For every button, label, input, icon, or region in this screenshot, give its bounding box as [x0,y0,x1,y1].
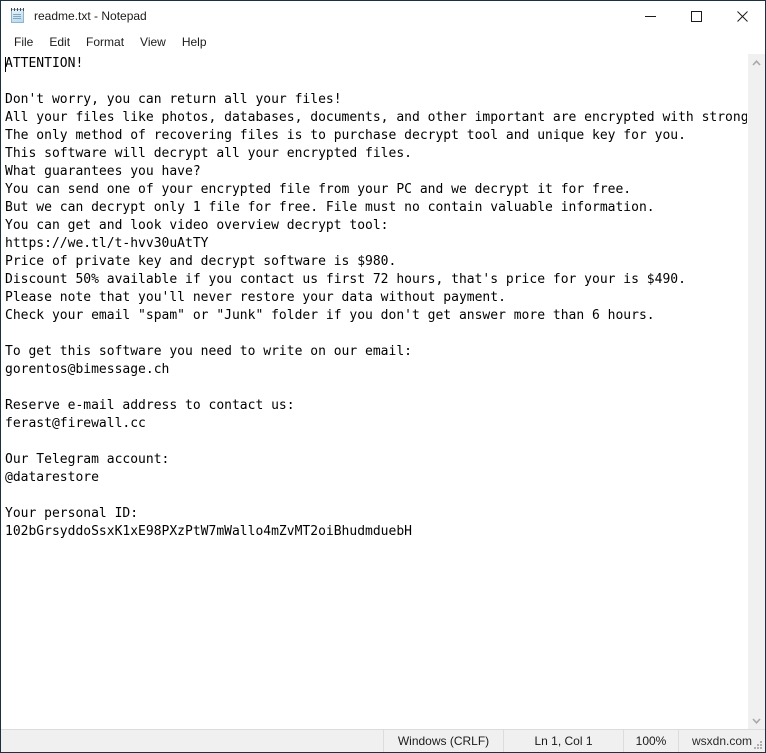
window-title: readme.txt - Notepad [34,9,147,23]
resize-grip[interactable] [753,740,762,749]
status-bar: Windows (CRLF) Ln 1, Col 1 100% wsxdn.co… [1,729,765,752]
menu-item-help[interactable]: Help [174,32,215,52]
title-bar-left: readme.txt - Notepad [1,8,627,24]
text-editor[interactable]: ATTENTION! Don't worry, you can return a… [1,54,747,729]
status-zoom-level[interactable]: 100% [624,730,679,752]
notepad-icon [10,8,26,24]
window-controls [627,1,765,31]
close-button[interactable] [719,1,765,31]
text-caret [5,57,6,72]
maximize-button[interactable] [673,1,719,31]
vertical-scrollbar[interactable] [747,54,765,729]
minimize-icon [644,15,656,17]
status-bar-spacer [1,730,384,752]
menu-item-file[interactable]: File [6,32,41,52]
chevron-up-icon [752,59,761,66]
scroll-down-button[interactable] [748,712,765,729]
minimize-button[interactable] [627,1,673,31]
chevron-down-icon [752,717,761,724]
status-line-ending[interactable]: Windows (CRLF) [384,730,504,752]
scroll-up-button[interactable] [748,54,765,71]
menu-item-format[interactable]: Format [78,32,132,52]
menu-bar: File Edit Format View Help [1,31,765,53]
scrollbar-track[interactable] [748,71,765,712]
status-cursor-position[interactable]: Ln 1, Col 1 [504,730,624,752]
editor-area: ATTENTION! Don't worry, you can return a… [1,53,765,729]
maximize-icon [690,10,702,22]
title-bar: readme.txt - Notepad [1,1,765,31]
menu-item-view[interactable]: View [132,32,174,52]
close-icon [736,10,748,22]
notepad-window: readme.txt - Notepad File Edit Format Vi… [0,0,766,753]
menu-item-edit[interactable]: Edit [41,32,78,52]
document-text: ATTENTION! Don't worry, you can return a… [5,56,747,539]
